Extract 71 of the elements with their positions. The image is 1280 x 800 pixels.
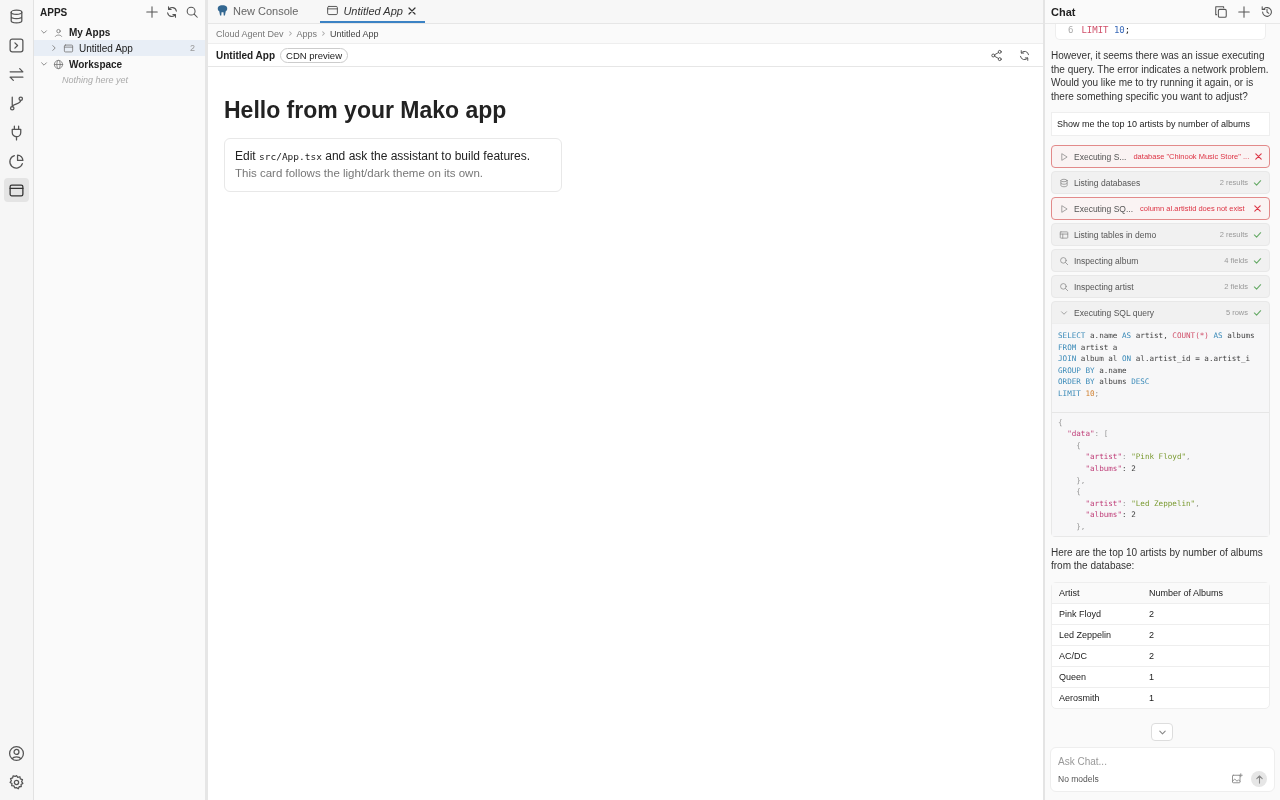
- tree-item[interactable]: My Apps: [34, 24, 205, 40]
- settings-icon: [8, 773, 25, 791]
- error-x-icon: [1253, 204, 1262, 213]
- tree-item[interactable]: Workspace: [34, 56, 205, 72]
- checkmark-icon: [1253, 256, 1262, 265]
- assistant-message: However, it seems there was an issue executing the query. The error indicates a network problem. Would you like me to try running it again, or is there something specific you want to adjust?: [1051, 49, 1270, 103]
- chat-title: Chat: [1051, 5, 1076, 18]
- chevron-right-icon: [320, 30, 328, 37]
- chat-input[interactable]: Ask Chat... No models: [1050, 747, 1275, 792]
- card-note: This card follows the light/dark theme on its own.: [235, 166, 484, 181]
- window-icon: [326, 4, 340, 17]
- column-header: Number of Albums: [1148, 587, 1225, 598]
- history-icon[interactable]: [1260, 4, 1274, 19]
- table-cell-text: Led Zeppelin: [1058, 629, 1113, 640]
- app-title: Untitled App: [216, 49, 276, 61]
- table-cell-text: Pink Floyd: [1058, 608, 1103, 619]
- column-header: Artist: [1058, 587, 1081, 598]
- breadcrumb-item[interactable]: Untitled App: [330, 28, 379, 39]
- table-cell-text: 1: [1148, 671, 1155, 682]
- close-icon[interactable]: [406, 5, 417, 16]
- page-heading: Hello from your Mako app: [224, 97, 508, 124]
- globe-icon: [53, 58, 64, 70]
- window-icon: [63, 42, 74, 54]
- share-icon[interactable]: [990, 48, 1003, 62]
- pie-chart-icon: [8, 152, 25, 170]
- tab[interactable]: New Console: [214, 0, 307, 23]
- search-icon: [1059, 281, 1069, 292]
- user-message: Show me the top 10 artists by number of albums: [1051, 112, 1270, 136]
- breadcrumb-item[interactable]: Apps: [296, 28, 318, 39]
- checkmark-icon: [1253, 308, 1262, 317]
- table-cell-text: 2: [1148, 608, 1155, 619]
- empty-message: Nothing here yet: [61, 74, 130, 87]
- table-cell-text: 2: [1148, 650, 1155, 661]
- arrow-up-icon: [1254, 774, 1264, 784]
- code-line: LIMIT 10;: [1081, 25, 1131, 35]
- error-x-icon: [1254, 152, 1264, 161]
- table-cell-text: 1: [1148, 692, 1155, 703]
- sidebar-title: APPS: [40, 6, 68, 18]
- elephant-logo-icon: [216, 4, 229, 17]
- table-cell-text: 2: [1148, 629, 1155, 640]
- branch-icon: [8, 94, 25, 112]
- transfer-arrows-icon: [8, 65, 25, 83]
- search-icon[interactable]: [185, 5, 199, 19]
- copy-icon[interactable]: [1214, 4, 1228, 19]
- image-add-icon[interactable]: [1231, 773, 1243, 785]
- card-text: Edit src/App.tsx and ask the assistant to build features.: [235, 148, 532, 165]
- checkmark-icon: [1253, 178, 1262, 187]
- table-cell-text: Queen: [1058, 671, 1088, 682]
- model-selector[interactable]: No models: [1058, 774, 1099, 784]
- tree-item[interactable]: Untitled App 2: [34, 40, 205, 56]
- refresh-icon[interactable]: [1018, 48, 1031, 62]
- user-icon: [8, 744, 25, 762]
- activity-bar-button[interactable]: [4, 178, 29, 202]
- send-button[interactable]: [1251, 771, 1267, 787]
- line-number: 6: [1068, 25, 1074, 35]
- search-icon: [1059, 255, 1069, 266]
- play-icon: [1059, 151, 1069, 162]
- checkmark-icon: [1253, 230, 1262, 239]
- table-cell-text: Aerosmith: [1058, 692, 1101, 703]
- assistant-message: Here are the top 10 artists by number of albums from the database:: [1051, 545, 1264, 573]
- refresh-icon[interactable]: [165, 5, 179, 19]
- table-cell-text: AC/DC: [1058, 650, 1088, 661]
- chevron-right-icon: [286, 30, 294, 37]
- table-icon: [1059, 229, 1069, 240]
- play-icon: [1059, 203, 1069, 214]
- database-icon: [1059, 177, 1069, 188]
- checkmark-icon: [1253, 282, 1262, 291]
- breadcrumb-item[interactable]: Cloud Agent Dev: [216, 28, 284, 39]
- user-icon: [53, 26, 64, 38]
- terminal-icon: [8, 36, 25, 54]
- database-icon: [8, 7, 25, 25]
